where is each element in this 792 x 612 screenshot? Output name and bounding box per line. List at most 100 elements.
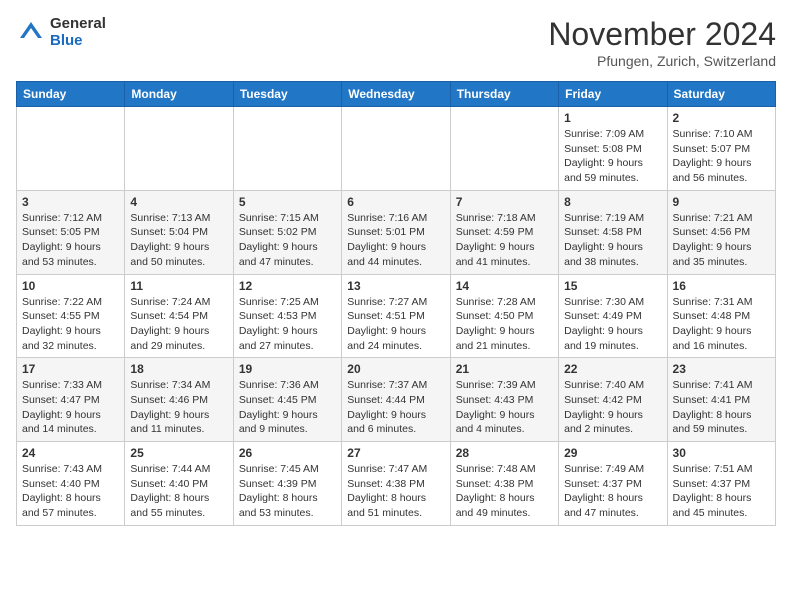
day-number: 1	[564, 111, 661, 125]
day-number: 12	[239, 279, 336, 293]
calendar-cell: 24 Sunrise: 7:43 AMSunset: 4:40 PMDayligh…	[17, 442, 125, 526]
day-number: 4	[130, 195, 227, 209]
location: Pfungen, Zurich, Switzerland	[548, 53, 776, 69]
calendar-cell: 3Sunrise: 7:12 AMSunset: 5:05 PMDaylight…	[17, 190, 125, 274]
calendar-cell: 21Sunrise: 7:39 AMSunset: 4:43 PMDayligh…	[450, 358, 558, 442]
calendar-cell	[450, 107, 558, 191]
day-number: 25	[130, 446, 227, 460]
calendar-cell: 29 Sunrise: 7:49 AMSunset: 4:37 PMDayligh…	[559, 442, 667, 526]
day-info: Sunrise: 7:33 AMSunset: 4:47 PMDaylight:…	[22, 378, 119, 437]
day-number: 17	[22, 362, 119, 376]
calendar-cell: 23 Sunrise: 7:41 AMSunset: 4:41 PMDayligh…	[667, 358, 775, 442]
calendar-cell: 14Sunrise: 7:28 AMSunset: 4:50 PMDayligh…	[450, 274, 558, 358]
weekday-header: Thursday	[450, 82, 558, 107]
calendar-cell: 5 Sunrise: 7:15 AMSunset: 5:02 PMDaylight…	[233, 190, 341, 274]
logo-text: General Blue	[50, 16, 106, 49]
month-title: November 2024	[548, 16, 776, 53]
calendar-cell	[233, 107, 341, 191]
weekday-header: Sunday	[17, 82, 125, 107]
day-info: Sunrise: 7:21 AMSunset: 4:56 PMDaylight:…	[673, 211, 770, 270]
day-info: Sunrise: 7:30 AMSunset: 4:49 PMDaylight:…	[564, 295, 661, 354]
calendar-week-row: 3Sunrise: 7:12 AMSunset: 5:05 PMDaylight…	[17, 190, 776, 274]
day-number: 8	[564, 195, 661, 209]
day-info: Sunrise: 7:43 AMSunset: 4:40 PMDaylight:…	[22, 462, 119, 521]
day-number: 26	[239, 446, 336, 460]
calendar-cell: 17 Sunrise: 7:33 AMSunset: 4:47 PMDayligh…	[17, 358, 125, 442]
day-number: 27	[347, 446, 444, 460]
calendar-week-row: 17 Sunrise: 7:33 AMSunset: 4:47 PMDayligh…	[17, 358, 776, 442]
day-info: Sunrise: 7:13 AMSunset: 5:04 PMDaylight:…	[130, 211, 227, 270]
calendar-cell: 25 Sunrise: 7:44 AMSunset: 4:40 PMDayligh…	[125, 442, 233, 526]
day-info: Sunrise: 7:47 AMSunset: 4:38 PMDaylight:…	[347, 462, 444, 521]
calendar-cell	[342, 107, 450, 191]
day-number: 10	[22, 279, 119, 293]
calendar-cell: 13 Sunrise: 7:27 AMSunset: 4:51 PMDayligh…	[342, 274, 450, 358]
day-info: Sunrise: 7:34 AMSunset: 4:46 PMDaylight:…	[130, 378, 227, 437]
calendar-cell: 9 Sunrise: 7:21 AMSunset: 4:56 PMDaylight…	[667, 190, 775, 274]
weekday-header: Tuesday	[233, 82, 341, 107]
day-info: Sunrise: 7:27 AMSunset: 4:51 PMDaylight:…	[347, 295, 444, 354]
day-number: 15	[564, 279, 661, 293]
calendar-cell: 7Sunrise: 7:18 AMSunset: 4:59 PMDaylight…	[450, 190, 558, 274]
day-info: Sunrise: 7:22 AMSunset: 4:55 PMDaylight:…	[22, 295, 119, 354]
page-header: General Blue November 2024 Pfungen, Zuri…	[16, 16, 776, 69]
calendar-header-row: SundayMondayTuesdayWednesdayThursdayFrid…	[17, 82, 776, 107]
day-info: Sunrise: 7:41 AMSunset: 4:41 PMDaylight:…	[673, 378, 770, 437]
day-number: 29	[564, 446, 661, 460]
calendar-cell: 11 Sunrise: 7:24 AMSunset: 4:54 PMDayligh…	[125, 274, 233, 358]
day-info: Sunrise: 7:31 AMSunset: 4:48 PMDaylight:…	[673, 295, 770, 354]
calendar-cell: 27 Sunrise: 7:47 AMSunset: 4:38 PMDayligh…	[342, 442, 450, 526]
weekday-header: Saturday	[667, 82, 775, 107]
day-number: 19	[239, 362, 336, 376]
day-number: 13	[347, 279, 444, 293]
day-number: 2	[673, 111, 770, 125]
day-info: Sunrise: 7:19 AMSunset: 4:58 PMDaylight:…	[564, 211, 661, 270]
calendar-cell: 12 Sunrise: 7:25 AMSunset: 4:53 PMDayligh…	[233, 274, 341, 358]
calendar-cell	[17, 107, 125, 191]
day-number: 22	[564, 362, 661, 376]
day-info: Sunrise: 7:48 AMSunset: 4:38 PMDaylight:…	[456, 462, 553, 521]
day-info: Sunrise: 7:40 AMSunset: 4:42 PMDaylight:…	[564, 378, 661, 437]
logo-general: General	[50, 16, 106, 33]
day-info: Sunrise: 7:12 AMSunset: 5:05 PMDaylight:…	[22, 211, 119, 270]
calendar-cell: 26Sunrise: 7:45 AMSunset: 4:39 PMDayligh…	[233, 442, 341, 526]
calendar-cell: 6 Sunrise: 7:16 AMSunset: 5:01 PMDaylight…	[342, 190, 450, 274]
day-info: Sunrise: 7:25 AMSunset: 4:53 PMDaylight:…	[239, 295, 336, 354]
weekday-header: Wednesday	[342, 82, 450, 107]
day-info: Sunrise: 7:51 AMSunset: 4:37 PMDaylight:…	[673, 462, 770, 521]
day-number: 20	[347, 362, 444, 376]
day-number: 30	[673, 446, 770, 460]
day-info: Sunrise: 7:09 AMSunset: 5:08 PMDaylight:…	[564, 127, 661, 186]
day-info: Sunrise: 7:16 AMSunset: 5:01 PMDaylight:…	[347, 211, 444, 270]
calendar-cell: 28 Sunrise: 7:48 AMSunset: 4:38 PMDayligh…	[450, 442, 558, 526]
calendar-week-row: 10 Sunrise: 7:22 AMSunset: 4:55 PMDayligh…	[17, 274, 776, 358]
calendar-table: SundayMondayTuesdayWednesdayThursdayFrid…	[16, 81, 776, 526]
day-number: 28	[456, 446, 553, 460]
title-block: November 2024 Pfungen, Zurich, Switzerla…	[548, 16, 776, 69]
day-number: 23	[673, 362, 770, 376]
day-number: 9	[673, 195, 770, 209]
day-info: Sunrise: 7:49 AMSunset: 4:37 PMDaylight:…	[564, 462, 661, 521]
calendar-cell: 2 Sunrise: 7:10 AMSunset: 5:07 PMDaylight…	[667, 107, 775, 191]
calendar-cell: 10 Sunrise: 7:22 AMSunset: 4:55 PMDayligh…	[17, 274, 125, 358]
calendar-week-row: 1 Sunrise: 7:09 AMSunset: 5:08 PMDaylight…	[17, 107, 776, 191]
day-number: 11	[130, 279, 227, 293]
day-number: 14	[456, 279, 553, 293]
calendar-cell: 16 Sunrise: 7:31 AMSunset: 4:48 PMDayligh…	[667, 274, 775, 358]
day-info: Sunrise: 7:10 AMSunset: 5:07 PMDaylight:…	[673, 127, 770, 186]
day-number: 7	[456, 195, 553, 209]
day-info: Sunrise: 7:24 AMSunset: 4:54 PMDaylight:…	[130, 295, 227, 354]
calendar-cell: 19 Sunrise: 7:36 AMSunset: 4:45 PMDayligh…	[233, 358, 341, 442]
day-info: Sunrise: 7:36 AMSunset: 4:45 PMDaylight:…	[239, 378, 336, 437]
day-number: 24	[22, 446, 119, 460]
logo: General Blue	[16, 16, 106, 49]
calendar-cell: 1 Sunrise: 7:09 AMSunset: 5:08 PMDaylight…	[559, 107, 667, 191]
calendar-cell: 20Sunrise: 7:37 AMSunset: 4:44 PMDayligh…	[342, 358, 450, 442]
day-number: 6	[347, 195, 444, 209]
calendar-cell: 4 Sunrise: 7:13 AMSunset: 5:04 PMDaylight…	[125, 190, 233, 274]
day-info: Sunrise: 7:44 AMSunset: 4:40 PMDaylight:…	[130, 462, 227, 521]
day-number: 16	[673, 279, 770, 293]
day-info: Sunrise: 7:15 AMSunset: 5:02 PMDaylight:…	[239, 211, 336, 270]
calendar-cell	[125, 107, 233, 191]
day-number: 5	[239, 195, 336, 209]
